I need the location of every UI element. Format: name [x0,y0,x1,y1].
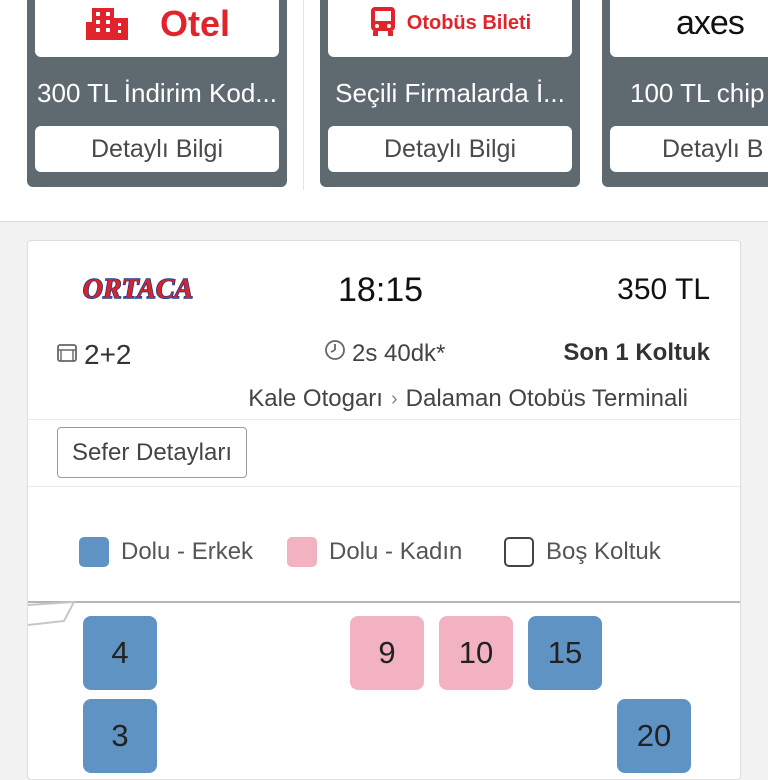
seat-20[interactable]: 20 [617,699,691,773]
seat-15[interactable]: 15 [528,616,602,690]
duration-label: 2s 40dk* [352,339,446,367]
trip-details-button[interactable]: Sefer Detayları [57,427,247,478]
seat-9[interactable]: 9 [350,616,424,690]
seat-layout-label: 2+2 [84,339,132,370]
seat-number: 15 [547,635,583,670]
divider [28,419,740,420]
departure-time: 18:15 [338,271,424,309]
legend-female: Dolu - Kadın [287,537,462,567]
promo-card-bus-ticket[interactable]: Otobüs Bileti Seçili Firmalarda İ... Det… [320,0,580,187]
clock-icon [324,339,346,368]
seat-icon [56,339,78,371]
promo-logo-hotel: Otel [35,0,279,57]
seat-10[interactable]: 10 [439,616,513,690]
legend-empty: Boş Koltuk [504,537,661,567]
seat-layout-info: 2+2 [56,339,132,371]
male-swatch [79,537,109,567]
promo-card-axess[interactable]: axes 100 TL chip Detaylı B [602,0,768,187]
company-logo-text: ORTACA [83,274,193,305]
seat-number: 3 [111,718,129,753]
promo-carousel[interactable]: Otel 300 TL İndirim Kod... Detaylı Bilgi… [0,0,768,222]
hotel-icon [84,2,134,45]
bus-front-outline [28,600,76,627]
divider [28,486,740,487]
chevron-right-icon: › [390,387,398,410]
seat-number: 9 [378,635,396,670]
promo-logo-axess: axes [610,0,768,57]
promo-title: 100 TL chip [630,78,765,108]
seat-number: 4 [111,635,129,670]
seat-3[interactable]: 3 [83,699,157,773]
seat-number: 10 [458,635,494,670]
route-info: Kale Otogarı › Dalaman Otobüs Terminali [248,385,688,413]
promo-logo-bus: Otobüs Bileti [328,0,572,57]
seats-left-label: Son 1 Koltuk [563,339,710,366]
promo-card-hotel[interactable]: Otel 300 TL İndirim Kod... Detaylı Bilgi [27,0,287,187]
legend-male: Dolu - Erkek [79,537,253,567]
promo-logo-text: axes [676,4,745,42]
trip-duration: 2s 40dk* [324,339,445,368]
promo-divider [303,0,304,190]
promo-title: 300 TL İndirim Kod... [37,78,277,108]
female-swatch [287,537,317,567]
legend-female-label: Dolu - Kadın [329,538,463,565]
bus-outline [28,601,740,603]
destination-station: Dalaman Otobüs Terminali [405,385,688,412]
legend-empty-label: Boş Koltuk [546,538,661,565]
origin-station: Kale Otogarı [248,385,383,412]
promo-logo-text: Otel [159,2,230,44]
bus-icon [369,5,397,42]
promo-title: Seçili Firmalarda İ... [335,78,565,108]
ticket-price: 350 TL [617,273,710,306]
legend-male-label: Dolu - Erkek [121,538,254,565]
seat-number: 20 [636,718,672,753]
company-logo: ORTACA [60,273,216,306]
trip-card[interactable]: ORTACA 18:15 350 TL 2+2 2s 40dk* Son 1 K… [27,240,741,780]
promo-logo-text: Otobüs Bileti [406,12,532,34]
empty-swatch [504,537,534,567]
promo-details-button[interactable]: Detaylı Bilgi [328,126,572,172]
seat-4[interactable]: 4 [83,616,157,690]
promo-details-button[interactable]: Detaylı Bilgi [35,126,279,172]
promo-details-button[interactable]: Detaylı B [610,126,768,172]
